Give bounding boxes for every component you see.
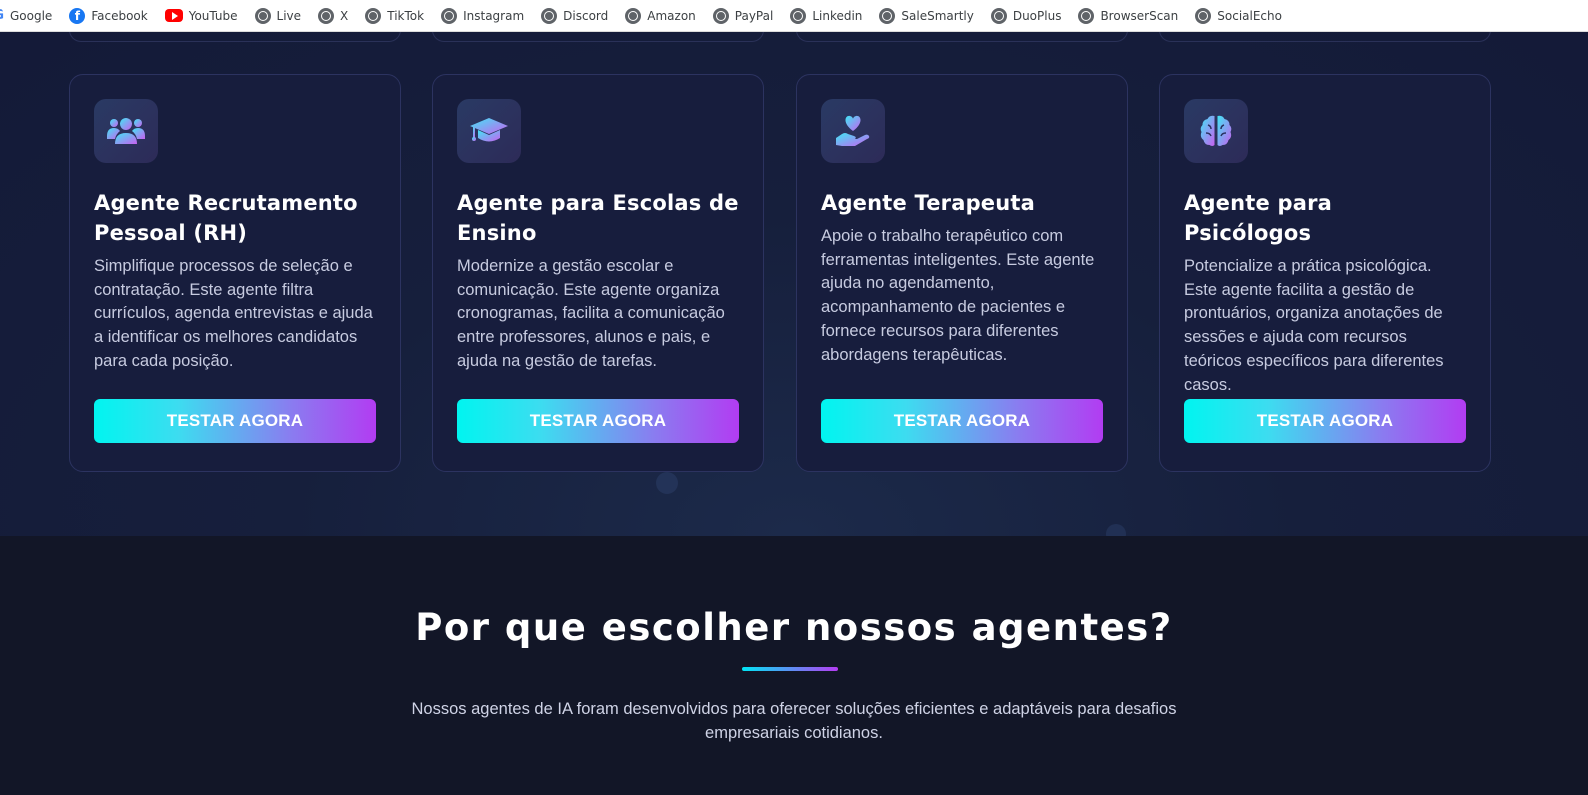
button-label: TESTAR AGORA	[893, 411, 1031, 430]
youtube-icon	[164, 9, 183, 22]
bookmark-label: Discord	[563, 8, 609, 23]
bookmark-linkedin[interactable]: Linkedin	[790, 7, 863, 24]
bookmark-discord[interactable]: Discord	[541, 7, 609, 24]
agent-card-therapist: Agente Terapeuta Apoie o trabalho terapê…	[796, 74, 1128, 472]
bookmark-tiktok[interactable]: TikTok	[365, 7, 425, 24]
bookmark-label: PayPal	[734, 8, 774, 23]
bookmark-label: SaleSmartly	[901, 8, 974, 23]
globe-icon	[712, 7, 729, 24]
card-title: Agente Recrutamento Pessoal (RH)	[94, 191, 358, 245]
globe-icon	[790, 7, 807, 24]
agent-card-rh: Agente Recrutamento Pessoal (RH) Simplif…	[69, 74, 401, 472]
facebook-icon: f	[69, 7, 86, 24]
bookmark-label: TikTok	[387, 8, 425, 23]
bookmark-socialecho[interactable]: SocialEcho	[1195, 7, 1282, 24]
decorative-dot	[656, 472, 678, 494]
bookmark-amazon[interactable]: Amazon	[625, 7, 696, 24]
previous-card-edge	[69, 32, 401, 42]
test-now-button[interactable]: TESTAR AGORA	[94, 399, 376, 443]
previous-card-edge	[796, 32, 1128, 42]
card-title: Agente para Psicólogos	[1184, 191, 1333, 245]
test-now-button[interactable]: TESTAR AGORA	[1184, 399, 1466, 443]
button-label: TESTAR AGORA	[529, 411, 667, 430]
card-description: Potencialize a prática psicológica. Este…	[1184, 257, 1444, 394]
bookmark-label: SocialEcho	[1217, 8, 1282, 23]
button-label: TESTAR AGORA	[1256, 411, 1394, 430]
globe-icon	[254, 7, 271, 24]
agent-card-psychologists: Agente para Psicólogos Potencialize a pr…	[1159, 74, 1491, 472]
card-description: Simplifique processos de seleção e contr…	[94, 257, 373, 370]
bookmark-label: Linkedin	[812, 8, 863, 23]
bookmark-instagram[interactable]: Instagram	[441, 7, 525, 24]
users-icon	[94, 99, 158, 163]
bookmark-label: X	[340, 8, 349, 23]
button-label: TESTAR AGORA	[166, 411, 304, 430]
bookmark-paypal[interactable]: PayPal	[712, 7, 774, 24]
card-title: Agente Terapeuta	[821, 191, 1036, 215]
title-underline	[742, 667, 838, 671]
bookmark-label: Amazon	[647, 8, 696, 23]
bookmark-label: YouTube	[188, 8, 238, 23]
why-choose-section: Por que escolher nossos agentes? Nossos …	[0, 536, 1588, 795]
agents-section: Agente Recrutamento Pessoal (RH) Simplif…	[0, 32, 1588, 536]
previous-card-edge	[1159, 32, 1491, 42]
agent-card-schools: Agente para Escolas de Ensino Modernize …	[432, 74, 764, 472]
globe-icon	[1078, 7, 1095, 24]
section-title: Por que escolher nossos agentes?	[415, 606, 1173, 649]
globe-icon	[879, 7, 896, 24]
globe-icon	[990, 7, 1007, 24]
bookmark-label: BrowserScan	[1100, 8, 1179, 23]
bookmark-salesmartly[interactable]: SaleSmartly	[879, 7, 974, 24]
test-now-button[interactable]: TESTAR AGORA	[457, 399, 739, 443]
globe-icon	[441, 7, 458, 24]
globe-icon	[541, 7, 558, 24]
bookmark-x[interactable]: X	[318, 7, 349, 24]
section-description: Nossos agentes de IA foram desenvolvidos…	[411, 700, 1177, 742]
hand-holding-heart-icon	[821, 99, 885, 163]
bookmark-youtube[interactable]: YouTube	[164, 8, 238, 23]
previous-card-edge	[432, 32, 764, 42]
globe-icon	[625, 7, 642, 24]
globe-icon	[365, 7, 382, 24]
bookmark-label: DuoPlus	[1012, 8, 1062, 23]
bookmark-live[interactable]: Live	[254, 7, 302, 24]
decorative-dot	[1106, 524, 1126, 536]
google-icon: G	[0, 8, 4, 24]
bookmark-label: Facebook	[91, 8, 148, 23]
bookmarks-bar: G Google f Facebook YouTube Live X TikTo…	[0, 0, 1588, 32]
card-title: Agente para Escolas de Ensino	[457, 191, 739, 245]
globe-icon	[318, 7, 335, 24]
brain-icon	[1184, 99, 1248, 163]
test-now-button[interactable]: TESTAR AGORA	[821, 399, 1103, 443]
bookmark-browserscan[interactable]: BrowserScan	[1078, 7, 1179, 24]
bookmark-duoplus[interactable]: DuoPlus	[990, 7, 1062, 24]
bookmark-label: Instagram	[463, 8, 525, 23]
card-description: Apoie o trabalho terapêutico com ferrame…	[821, 227, 1095, 364]
bookmark-label: Google	[10, 8, 53, 23]
bookmark-google[interactable]: G Google	[0, 8, 52, 24]
bookmark-label: Live	[276, 8, 302, 23]
globe-icon	[1195, 7, 1212, 24]
graduation-cap-icon	[457, 99, 521, 163]
card-description: Modernize a gestão escolar e comunicação…	[457, 257, 725, 370]
bookmark-facebook[interactable]: f Facebook	[69, 7, 148, 24]
